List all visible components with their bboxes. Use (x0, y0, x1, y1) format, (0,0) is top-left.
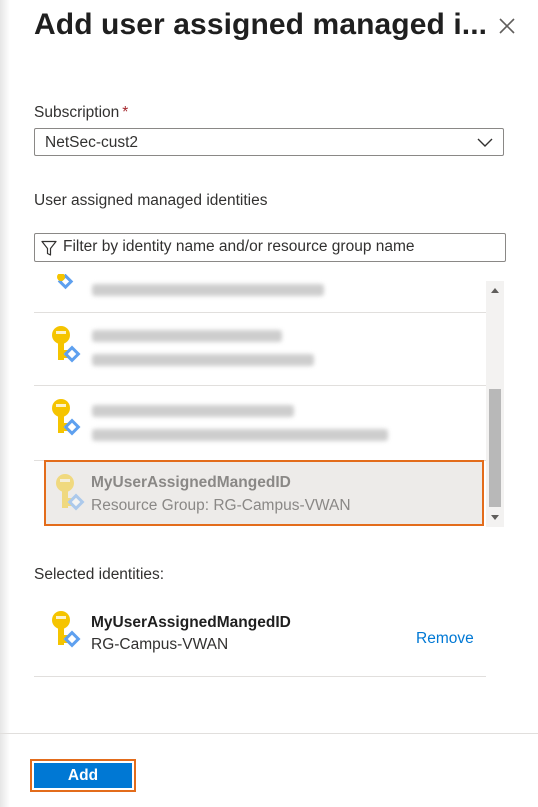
identity-row-redacted[interactable] (34, 262, 486, 313)
redacted-text (92, 330, 282, 342)
managed-identity-icon (52, 399, 81, 436)
scroll-thumb[interactable] (489, 389, 501, 507)
subscription-label-text: Subscription (34, 104, 120, 121)
footer-separator (0, 733, 538, 734)
selected-identity-name: MyUserAssignedMangedID (91, 614, 291, 631)
subscription-dropdown[interactable]: NetSec-cust2 (34, 128, 504, 156)
identities-label: User assigned managed identities (34, 192, 268, 209)
redacted-text (92, 429, 388, 441)
scroll-down-button[interactable] (486, 509, 504, 527)
identity-resource-group: Resource Group: RG-Campus-VWAN (91, 497, 351, 514)
subscription-label: Subscription * (34, 104, 128, 122)
managed-identity-icon (52, 611, 81, 648)
identity-row-redacted[interactable] (34, 312, 486, 386)
panel-shadow (0, 0, 10, 807)
identity-row-redacted[interactable] (34, 385, 486, 461)
identity-name: MyUserAssignedMangedID (91, 474, 291, 491)
selected-identity-resource-group: RG-Campus-VWAN (91, 636, 229, 653)
add-button[interactable]: Add (30, 759, 136, 792)
managed-identity-icon (56, 474, 85, 511)
caret-up-icon (491, 288, 499, 293)
identity-row-selected[interactable]: MyUserAssignedMangedID Resource Group: R… (44, 460, 484, 526)
close-button[interactable] (494, 13, 520, 39)
redacted-text (92, 284, 324, 296)
remove-link[interactable]: Remove (416, 630, 474, 648)
close-icon (499, 18, 515, 34)
scroll-up-button[interactable] (486, 281, 504, 299)
list-scrollbar[interactable] (486, 281, 504, 527)
identity-list: MyUserAssignedMangedID Resource Group: R… (34, 262, 506, 528)
required-mark: * (122, 104, 129, 121)
subscription-value: NetSec-cust2 (45, 134, 139, 151)
chevron-down-icon (477, 138, 493, 147)
caret-down-icon (491, 515, 499, 520)
identity-filter-input[interactable] (63, 236, 493, 258)
selected-divider (34, 676, 486, 677)
selected-identities-label: Selected identities: (34, 566, 165, 583)
add-button-label: Add (34, 763, 132, 788)
panel-title: Add user assigned managed i... (34, 8, 488, 41)
redacted-text (92, 405, 294, 417)
managed-identity-icon (57, 274, 74, 290)
add-managed-identity-panel: Add user assigned managed i... Subscript… (0, 0, 538, 807)
filter-icon (41, 240, 57, 256)
managed-identity-icon (52, 326, 81, 363)
redacted-text (92, 354, 314, 366)
identity-filter-box[interactable] (34, 233, 506, 262)
